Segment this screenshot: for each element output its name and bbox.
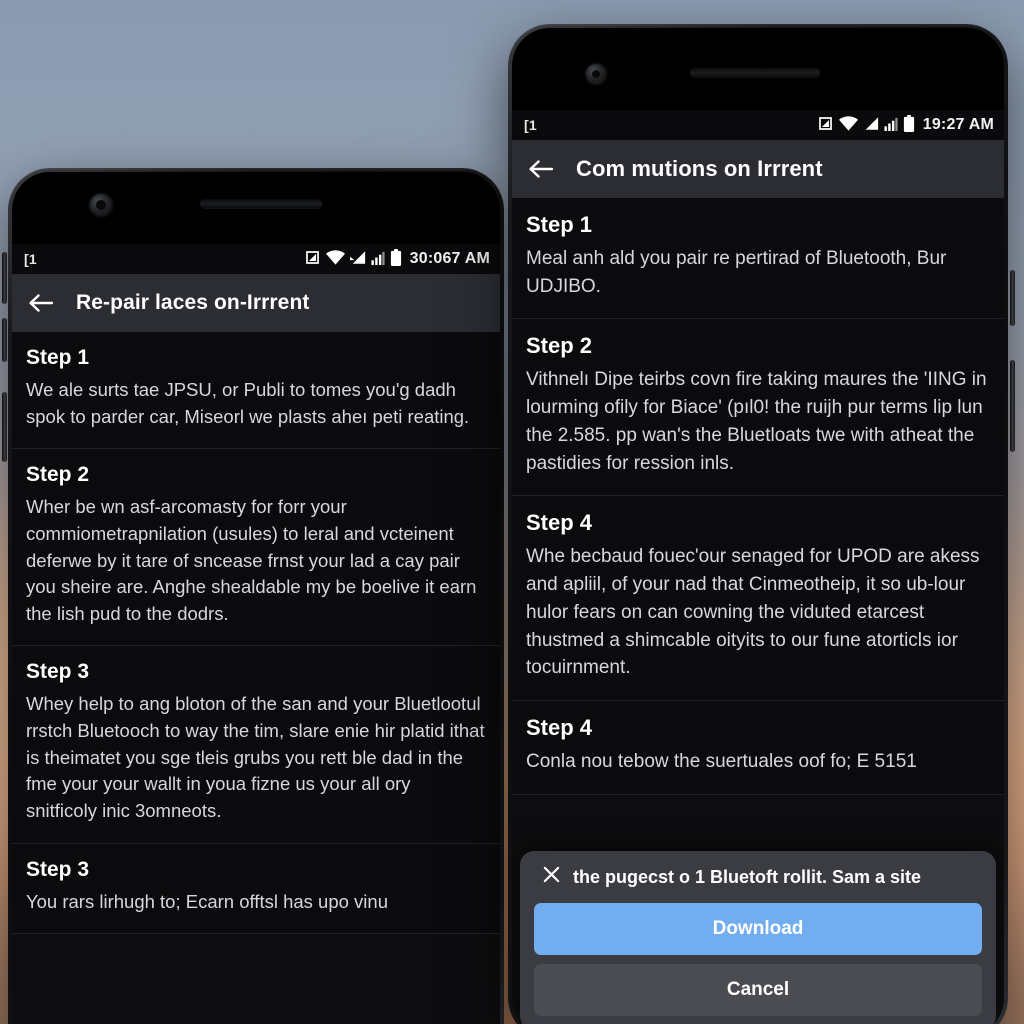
- right-phone-power-button[interactable]: [1010, 270, 1015, 326]
- page-title: Com mutions on Irrrent: [576, 156, 823, 181]
- front-camera-icon: [90, 194, 112, 216]
- left-phone-volume-up-button[interactable]: [2, 252, 7, 304]
- app-bar: Re-pair laces on-Irrrent: [12, 274, 500, 332]
- download-button[interactable]: Download: [534, 903, 982, 955]
- wifi-icon: [325, 249, 345, 269]
- status-bar-notification-glyph: [1: [524, 117, 537, 133]
- front-camera-icon: [586, 64, 606, 84]
- step-title: Step 3: [26, 857, 90, 881]
- back-arrow-icon[interactable]: [24, 288, 58, 318]
- earpiece-speaker: [690, 68, 820, 77]
- back-arrow-icon[interactable]: [524, 154, 558, 184]
- step-title: Step 4: [526, 510, 593, 536]
- steps-list: Step 1 We ale surts tae JPSU, or Publi t…: [12, 332, 500, 935]
- earpiece-speaker: [200, 199, 322, 208]
- left-phone-volume-down-button[interactable]: [2, 318, 7, 362]
- status-bar-clock: 30:067 AM: [409, 250, 490, 267]
- left-phone: [1 30:067 AM Re-pair laces on-Irrrent St…: [8, 168, 504, 1024]
- step-body: Whey help to ang bloton of the san and y…: [26, 693, 485, 821]
- status-bar: [1: [12, 244, 500, 274]
- page-title: Re-pair laces on-Irrrent: [76, 291, 310, 314]
- step-item[interactable]: Step 1 Meal anh ald you pair re pertirad…: [512, 198, 1004, 320]
- step-item[interactable]: Step 4 Whe becbaud fouec'our senaged for…: [512, 496, 1004, 702]
- signal-bars-icon: [371, 250, 385, 269]
- signal-triangle-icon: [349, 250, 366, 269]
- step-item[interactable]: Step 3 You rars lirhugh to; Ecarn offtsl…: [12, 844, 500, 935]
- step-body: Meal anh ald you pair re pertirad of Blu…: [526, 248, 947, 297]
- step-item[interactable]: Step 4 Conla nou tebow the suertuales oo…: [512, 701, 1004, 795]
- step-body: Vithnelı Dipe teirbs covn fire taking ma…: [526, 369, 987, 474]
- step-item[interactable]: Step 2 Wher be wn asf-arcomasty for forr…: [12, 449, 500, 647]
- screenshot-icon: [817, 115, 834, 136]
- right-phone: [1 19:27 AM Com mutions on Irrrent Step …: [508, 24, 1008, 1024]
- battery-icon: [390, 248, 402, 270]
- step-title: Step 2: [26, 463, 90, 487]
- sheet-message-row: the pugecst o 1 Bluetoft rollit. Sam a s…: [534, 863, 982, 903]
- step-item[interactable]: Step 3 Whey help to ang bloton of the sa…: [12, 646, 500, 844]
- step-title: Step 1: [526, 212, 593, 237]
- screenshot-scene: [1 30:067 AM Re-pair laces on-Irrrent St…: [0, 0, 1024, 1024]
- status-bar-clock: 19:27 AM: [922, 116, 994, 133]
- step-body: Wher be wn asf-arcomasty for forr your c…: [26, 496, 477, 624]
- cancel-button[interactable]: Cancel: [534, 964, 982, 1016]
- status-bar-notification-glyph: [1: [24, 251, 37, 267]
- steps-list: Step 1 Meal anh ald you pair re pertirad…: [512, 198, 1004, 795]
- sheet-message-text: the pugecst o 1 Bluetoft rollit. Sam a s…: [573, 866, 922, 887]
- step-title: Step 3: [26, 660, 90, 684]
- step-title: Step 4: [526, 715, 593, 741]
- signal-bars-icon: [884, 116, 898, 135]
- step-title: Step 1: [26, 346, 90, 369]
- left-phone-screen: [1 30:067 AM Re-pair laces on-Irrrent St…: [12, 244, 500, 1024]
- right-phone-screen: [1 19:27 AM Com mutions on Irrrent Step …: [512, 110, 1004, 1024]
- close-x-icon[interactable]: [542, 865, 561, 889]
- step-body: We ale surts tae JPSU, or Publi to tomes…: [26, 379, 470, 427]
- left-phone-power-button[interactable]: [2, 392, 7, 462]
- wifi-icon: [838, 115, 858, 135]
- step-title: Step 2: [526, 333, 593, 359]
- step-body: Conla nou tebow the suertuales oof fo; E…: [526, 751, 917, 773]
- step-body: Whe becbaud fouec'our senaged for UPOD a…: [526, 546, 980, 679]
- step-item[interactable]: Step 1 We ale surts tae JPSU, or Publi t…: [12, 332, 500, 450]
- status-bar: [1: [512, 110, 1004, 140]
- right-phone-volume-button[interactable]: [1010, 360, 1015, 452]
- step-item[interactable]: Step 2 Vithnelı Dipe teirbs covn fire ta…: [512, 319, 1004, 497]
- screenshot-icon: [304, 249, 321, 270]
- app-bar: Com mutions on Irrrent: [512, 140, 1004, 198]
- battery-icon: [903, 114, 915, 136]
- signal-triangle-icon: [863, 116, 879, 135]
- step-body: You rars lirhugh to; Ecarn offtsl has up…: [26, 890, 388, 912]
- download-bottom-sheet: the pugecst o 1 Bluetoft rollit. Sam a s…: [520, 851, 996, 1024]
